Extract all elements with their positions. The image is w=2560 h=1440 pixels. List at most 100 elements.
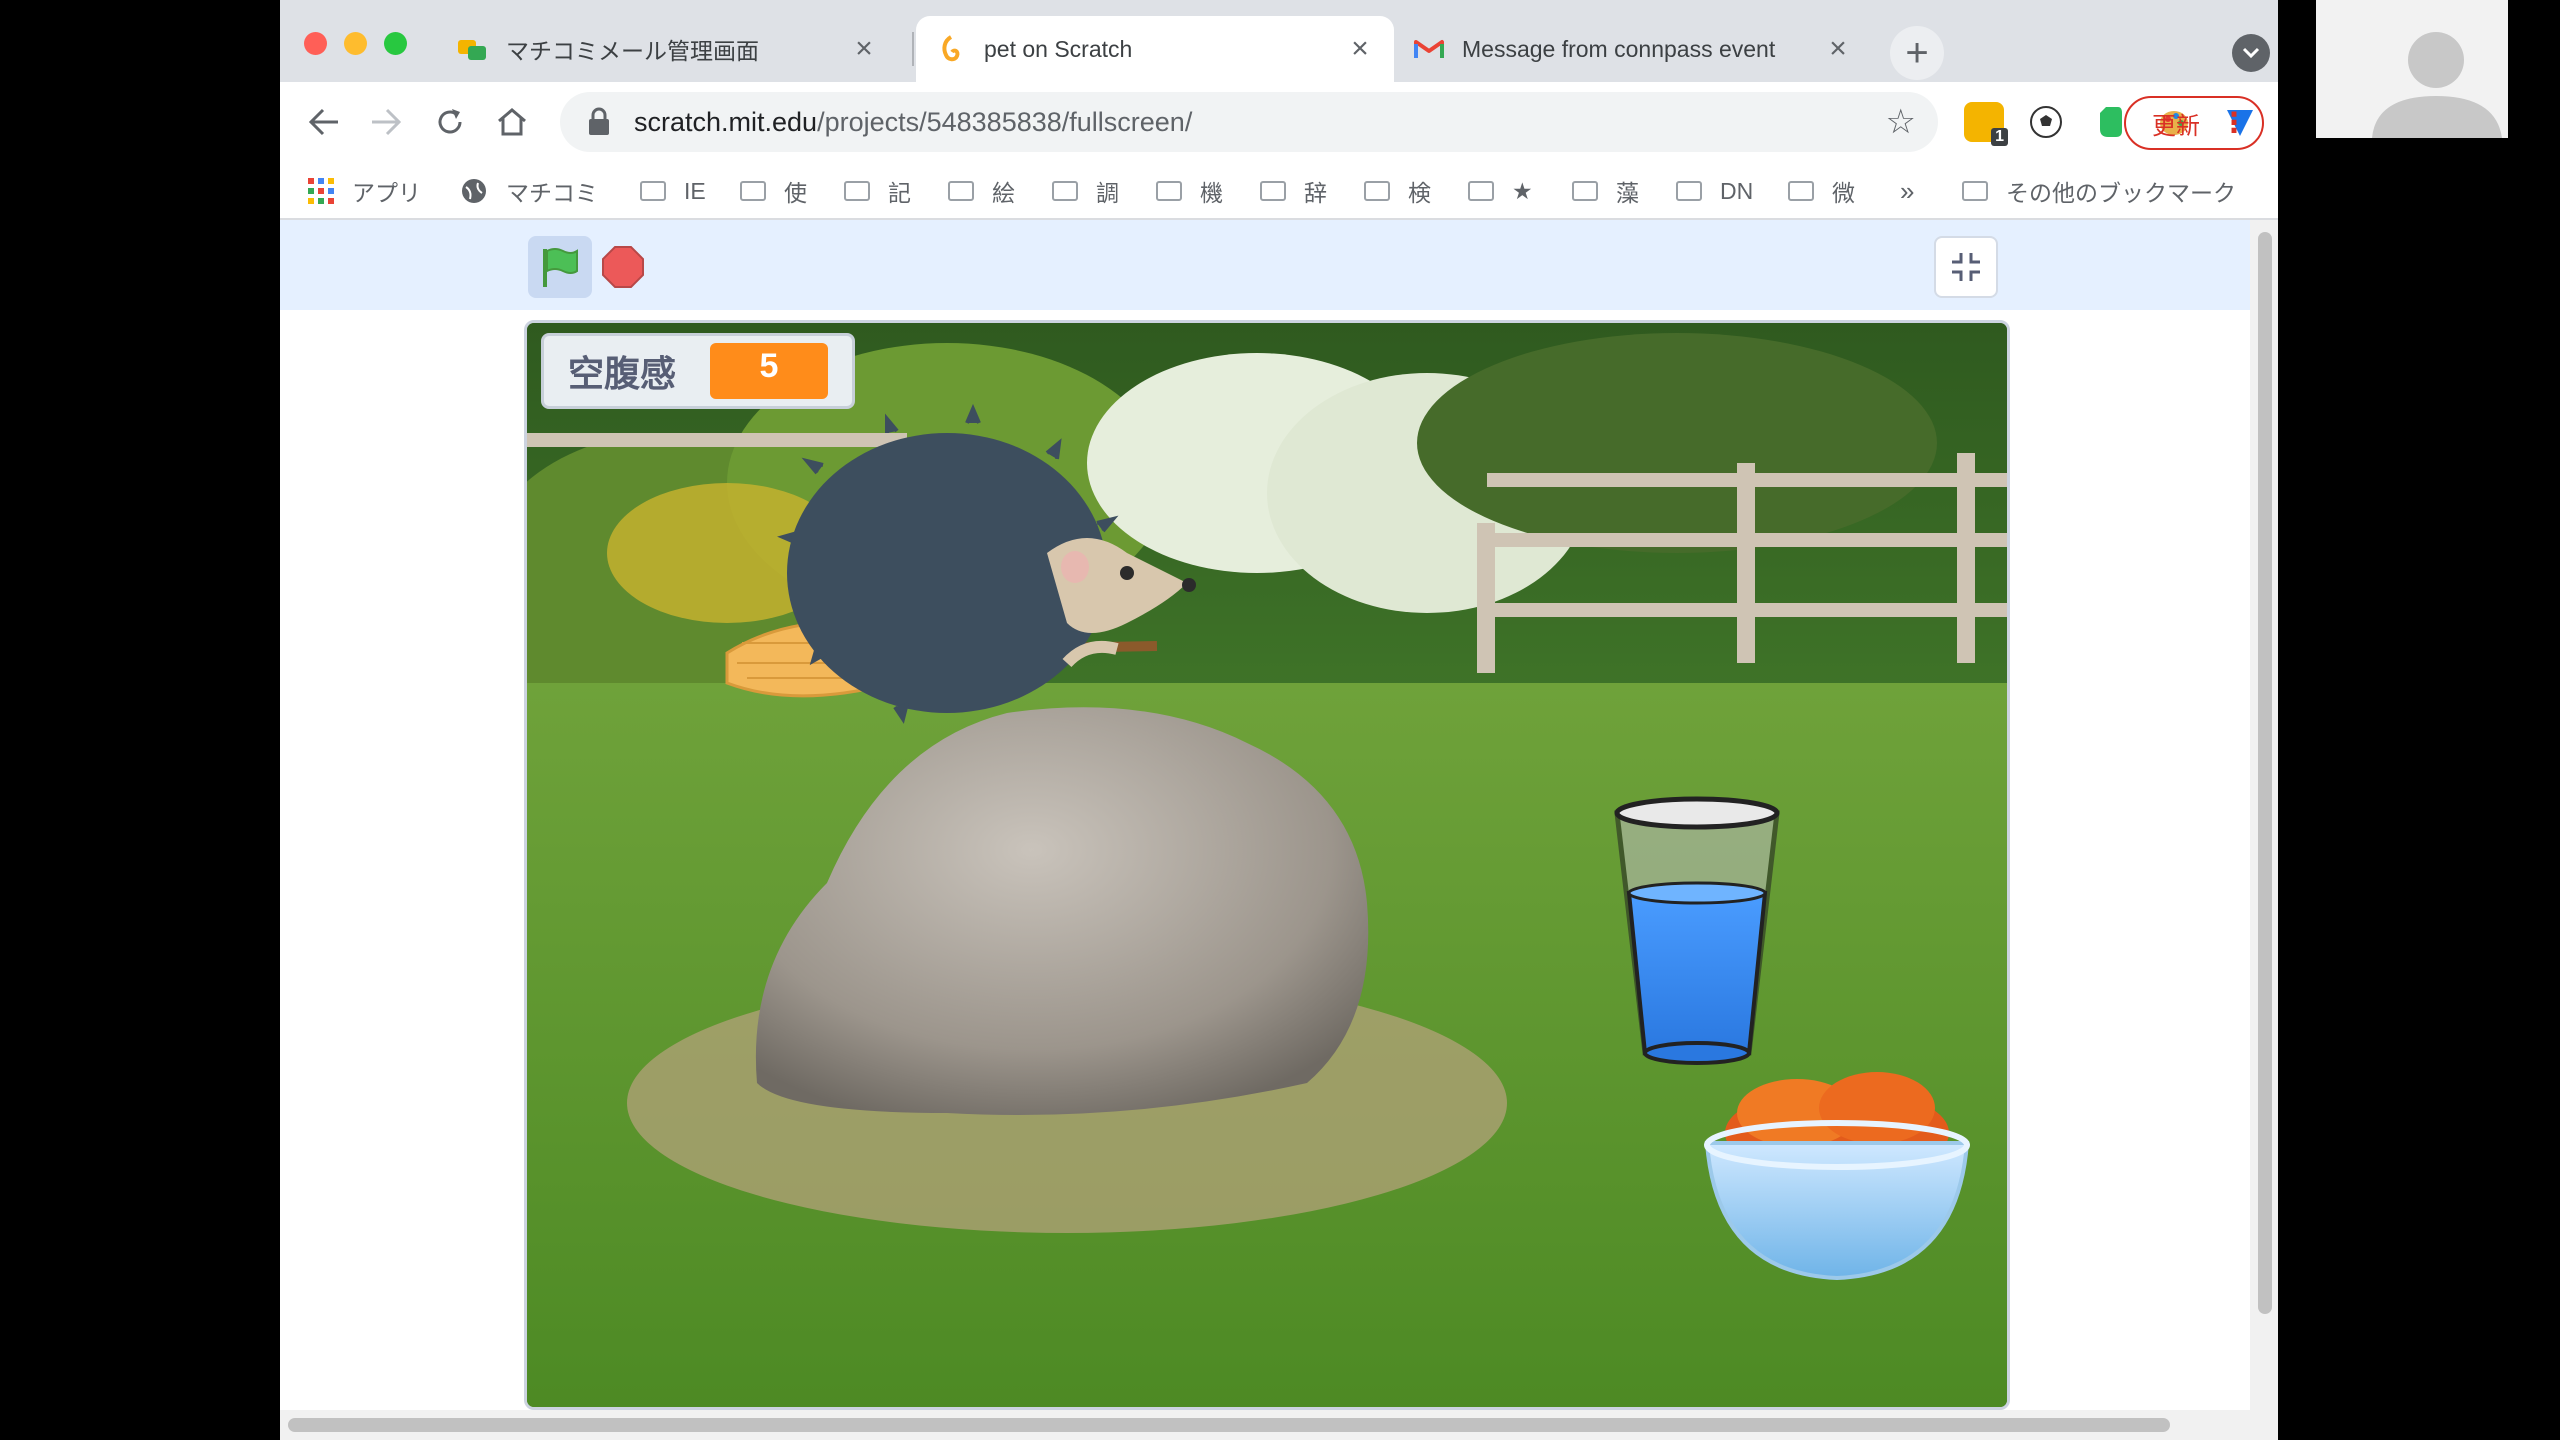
bookmark-label: ★ — [1512, 177, 1533, 204]
forward-button[interactable] — [360, 96, 412, 148]
evernote-icon — [2100, 107, 2122, 137]
tab-title: マチコミメール管理画面 — [506, 38, 759, 64]
stage-scene — [527, 323, 2007, 1407]
forward-arrow-icon — [372, 108, 402, 136]
folder-icon — [1788, 181, 1814, 201]
minimize-window-button[interactable] — [344, 32, 367, 55]
bookmark-folder[interactable]: 検 — [1364, 172, 1431, 210]
extension-badge: 1 — [1991, 128, 2008, 146]
bookmark-folder[interactable]: 使 — [740, 172, 807, 210]
bookmarks-bar: アプリ マチコミ IE 使 記 絵 調 機 辞 検 ★ 藻 DN 微 » その他… — [280, 162, 2278, 220]
tab-strip: マチコミメール管理画面 × pet on Scratch × Message f… — [280, 0, 2278, 82]
bookmark-label: IE — [684, 177, 706, 204]
soccer-ball-icon — [2030, 106, 2062, 138]
bookmark-label: 検 — [1408, 180, 1431, 206]
tab-divider — [912, 32, 914, 66]
bookmark-folder[interactable]: 藻 — [1572, 172, 1639, 210]
tab-title: pet on Scratch — [984, 35, 1133, 62]
tab-gmail[interactable]: Message from connpass event × — [1394, 16, 1872, 82]
folder-icon — [1962, 181, 1988, 201]
folder-icon — [640, 181, 666, 201]
close-window-button[interactable] — [304, 32, 327, 55]
home-button[interactable] — [486, 96, 538, 148]
vertical-scrollbar[interactable] — [2250, 220, 2278, 1410]
other-bookmarks-folder[interactable]: その他のブックマーク — [1962, 172, 2236, 210]
machicomi-icon — [458, 34, 488, 64]
bookmark-folder[interactable]: 微 — [1788, 172, 1855, 210]
tab-search-button[interactable] — [2232, 34, 2270, 72]
update-label: 更新 — [2152, 112, 2200, 140]
bookmark-label: アプリ — [352, 180, 421, 206]
bookmark-folder-ie[interactable]: IE — [640, 172, 706, 210]
bookmark-label: 微 — [1832, 180, 1855, 206]
folder-icon — [1364, 181, 1390, 201]
apps-grid-icon — [308, 178, 334, 204]
folder-icon — [1572, 181, 1598, 201]
folder-icon — [844, 181, 870, 201]
reload-button[interactable] — [424, 96, 476, 148]
bookmark-apps[interactable]: アプリ — [308, 172, 421, 210]
bookmark-folder[interactable]: 絵 — [948, 172, 1015, 210]
folder-icon — [1052, 181, 1078, 201]
globe-icon — [462, 179, 486, 203]
bookmark-machicomi[interactable]: マチコミ — [460, 172, 598, 210]
scratch-fullscreen-page: 空腹感 5 — [280, 220, 2250, 1410]
unfullscreen-icon — [1952, 253, 1980, 281]
bookmark-folder[interactable]: DN — [1676, 172, 1753, 210]
scrollbar-thumb[interactable] — [2258, 232, 2272, 1314]
bookmark-label: 記 — [888, 180, 911, 206]
bookmark-label: その他のブックマーク — [2006, 180, 2236, 206]
browser-toolbar: scratch.mit.edu/projects/548385838/fulls… — [280, 82, 2278, 162]
bookmark-folder[interactable]: 機 — [1156, 172, 1223, 210]
bookmark-folder[interactable]: ★ — [1468, 172, 1533, 210]
close-icon[interactable]: × — [850, 32, 878, 65]
bookmark-label: 藻 — [1616, 180, 1639, 206]
exit-fullscreen-button[interactable] — [1934, 236, 1998, 298]
new-tab-button[interactable]: + — [1890, 26, 1944, 80]
soccer-ball-extension-icon[interactable] — [2026, 102, 2066, 142]
chevron-down-icon — [2242, 47, 2260, 59]
machicomi-extension-icon[interactable]: 1 — [1964, 102, 2008, 146]
reload-icon — [438, 109, 462, 134]
variable-monitor[interactable]: 空腹感 5 — [541, 333, 856, 409]
zoom-window-button[interactable] — [384, 32, 407, 55]
folder-icon — [1468, 181, 1494, 201]
bookmark-folder[interactable]: 調 — [1052, 172, 1119, 210]
close-icon[interactable]: × — [1824, 32, 1852, 65]
stop-button[interactable] — [602, 246, 644, 288]
kebab-menu-icon: ⋮ — [2220, 107, 2248, 138]
water-glass-sprite — [1614, 796, 1780, 1065]
back-button[interactable] — [298, 96, 350, 148]
bookmark-label: 調 — [1096, 180, 1119, 206]
horizontal-scrollbar[interactable] — [280, 1410, 2278, 1440]
bookmark-folder[interactable]: 記 — [844, 172, 911, 210]
bookmark-label: 機 — [1200, 180, 1223, 206]
scratch-icon — [936, 34, 966, 64]
browser-window: マチコミメール管理画面 × pet on Scratch × Message f… — [280, 0, 2278, 1440]
folder-icon — [1676, 181, 1702, 201]
tab-machicomi[interactable]: マチコミメール管理画面 × — [438, 16, 898, 82]
bookmarks-overflow-button[interactable]: » — [1900, 172, 1914, 210]
green-flag-button[interactable] — [528, 236, 592, 298]
scrollbar-thumb[interactable] — [288, 1418, 2170, 1432]
tab-title: Message from connpass event — [1462, 35, 1776, 62]
home-icon — [498, 108, 526, 136]
variable-name: 空腹感 — [568, 353, 677, 394]
tab-scratch[interactable]: pet on Scratch × — [916, 16, 1394, 82]
close-icon[interactable]: × — [1346, 32, 1374, 65]
bookmark-star-icon[interactable]: ☆ — [1886, 102, 1916, 142]
bookmark-label: 辞 — [1304, 180, 1327, 206]
green-flag-icon — [543, 248, 578, 287]
variable-value: 5 — [710, 343, 829, 399]
bookmark-folder[interactable]: 辞 — [1260, 172, 1327, 210]
gmail-icon — [1414, 34, 1444, 64]
video-participant-tile — [2316, 0, 2508, 138]
bookmark-label: 絵 — [992, 180, 1015, 206]
bookmark-label: DN — [1720, 177, 1754, 204]
back-arrow-icon — [308, 108, 338, 136]
update-chrome-button[interactable]: 更新 ⋮ — [2124, 96, 2264, 150]
bookmark-label: 使 — [784, 180, 807, 206]
address-bar[interactable]: scratch.mit.edu/projects/548385838/fulls… — [560, 92, 1938, 152]
scratch-stage[interactable]: 空腹感 5 — [524, 320, 2010, 1410]
lock-icon — [589, 107, 609, 135]
